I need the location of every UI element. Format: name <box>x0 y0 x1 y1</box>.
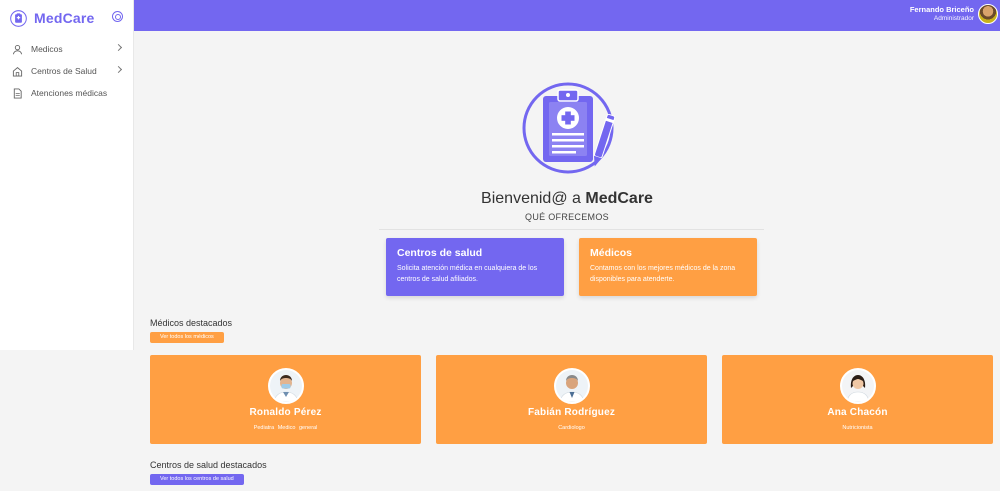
sidebar-item-label: Centros de Salud <box>31 66 97 76</box>
user-icon <box>12 44 23 55</box>
welcome-title: Bienvenid@ a MedCare <box>134 190 1000 208</box>
chevron-right-icon <box>114 65 123 74</box>
brand-name: MedCare <box>34 10 95 26</box>
doctor-name: Fabián Rodríguez <box>527 407 616 418</box>
offer-card-text: Contamos con los mejores médicos de la z… <box>590 265 736 283</box>
offer-card-title: Centros de salud <box>397 247 483 259</box>
sidebar-item-label: Atenciones médicas <box>31 88 108 98</box>
sidebar-item-centros-de-salud[interactable]: Centros de Salud <box>0 60 133 82</box>
doctor-specialty: Pediatra Medico general <box>253 425 318 431</box>
featured-doctors-title: Médicos destacados <box>150 318 233 328</box>
featured-centers-title: Centros de salud destacados <box>150 460 267 470</box>
sidebar-toggle-icon[interactable] <box>112 11 123 22</box>
divider <box>379 229 764 230</box>
welcome-app-name: MedCare <box>585 190 653 207</box>
user-role: Administrador <box>933 15 974 22</box>
offerings-subtitle: QUÉ OFRECEMOS <box>525 212 609 222</box>
clipboard-medical-illustration <box>522 82 616 174</box>
doctor-specialty: Cardiologo <box>558 425 585 431</box>
view-all-centers-button[interactable]: Ver todos los centros de salud <box>150 474 244 485</box>
document-icon <box>12 87 23 99</box>
sidebar-nav: Medicos Centros de Salud Atenciones médi… <box>0 38 133 104</box>
sidebar-item-medicos[interactable]: Medicos <box>0 38 133 60</box>
doctor-name: Ana Chacón <box>827 407 888 418</box>
doctor-card[interactable]: Ronaldo Pérez Pediatra Medico general <box>150 355 421 444</box>
offer-card-text: Solicita atención médica en cualquiera d… <box>397 265 538 283</box>
doctor-name: Ronaldo Pérez <box>249 407 322 418</box>
offer-card-title: Médicos <box>590 247 633 259</box>
sidebar-item-atenciones-medicas[interactable]: Atenciones médicas <box>0 82 133 104</box>
brand[interactable]: MedCare <box>0 0 133 36</box>
home-icon <box>12 66 23 77</box>
user-info[interactable]: Fernando Briceño Administrador <box>910 5 974 23</box>
offer-card-medicos[interactable]: Médicos Contamos con los mejores médicos… <box>579 238 757 296</box>
doctor-specialty: Nutricionista <box>842 425 873 431</box>
offer-card-centros-de-salud[interactable]: Centros de salud Solicita atención médic… <box>386 238 564 296</box>
doctor-card[interactable]: Fabián Rodríguez Cardiologo <box>436 355 707 444</box>
doctor-photo <box>267 368 304 404</box>
chevron-right-icon <box>114 43 123 52</box>
doctor-card[interactable]: Ana Chacón Nutricionista <box>722 355 993 444</box>
doctor-photo <box>553 368 590 404</box>
sidebar-item-label: Medicos <box>31 44 63 54</box>
welcome-greeting: Bienvenid@ a <box>481 190 586 207</box>
doctor-photo <box>839 368 876 404</box>
sidebar: MedCare Medicos Centros de Salud Atencio… <box>0 0 134 350</box>
topbar: Fernando Briceño Administrador <box>134 0 1000 31</box>
main-content: Bienvenid@ a MedCare QUÉ OFRECEMOS Centr… <box>134 31 1000 491</box>
view-all-doctors-button[interactable]: Ver todos los médicos <box>150 332 224 343</box>
clipboard-logo-icon <box>10 9 27 27</box>
app: MedCare Medicos Centros de Salud Atencio… <box>0 0 1000 491</box>
avatar[interactable] <box>978 4 998 24</box>
user-name: Fernando Briceño <box>909 5 974 14</box>
